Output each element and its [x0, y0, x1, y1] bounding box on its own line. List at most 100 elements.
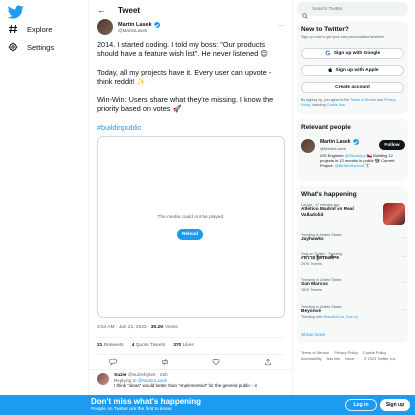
trend-name: Jayhawks	[301, 237, 324, 242]
new-to-twitter-card: New to Twitter? Sign up now to get your …	[297, 21, 408, 114]
relevant-person-name[interactable]: Martin Lasek	[320, 139, 351, 145]
log-in-button[interactable]: Log in	[345, 399, 377, 411]
reload-button[interactable]: Reload	[177, 229, 203, 240]
trend-item[interactable]: LaLiga · 47 minutes ago Atletico Madrid …	[301, 203, 405, 225]
tweet-text: 2014. I started coding. I told my boss: …	[97, 40, 285, 141]
more-options-icon[interactable]: ···	[401, 254, 405, 259]
quotes-stat[interactable]: 4 Quote Tweets	[132, 343, 166, 348]
reply-avatar[interactable]	[97, 373, 109, 385]
retweet-icon[interactable]	[161, 358, 169, 368]
copyright: © 2023 Twitter, Inc.	[363, 357, 397, 361]
google-icon	[325, 50, 331, 58]
trend-item[interactable]: Trending in United States San Marcos 181…	[301, 278, 405, 292]
show-more-link[interactable]: Show more	[301, 333, 325, 338]
quotes-count: 4	[131, 343, 135, 348]
trend-name: Atletico Madrid vs Real Valladolid	[301, 207, 354, 218]
more-options-icon[interactable]: ···	[401, 235, 405, 240]
views-label: Views	[165, 325, 178, 330]
banner-title: Don't miss what's happening	[91, 397, 202, 406]
trend-item[interactable]: Trending in United States Jayhawks ···	[301, 233, 405, 243]
trend-item[interactable]: Trending in United States Beyoncé Trendi…	[301, 305, 405, 319]
sign-up-apple-button[interactable]: Sign up with Apple	[301, 65, 404, 76]
tweet-paragraph: Today, all my projects have it. Every us…	[97, 67, 272, 86]
whats-happening-card: What's happening LaLiga · 47 minutes ago…	[297, 186, 408, 343]
bio-mention-link[interactable]: @BetterWorkout	[335, 163, 365, 168]
footer-link[interactable]: Cookie Policy	[363, 351, 386, 355]
left-navigation: Explore Settings	[0, 0, 88, 415]
sign-up-button[interactable]: Sign up	[380, 399, 410, 411]
legal-text: By signing up, you agree to the Terms of…	[301, 98, 405, 107]
nav-settings[interactable]: Settings	[8, 42, 54, 52]
nav-explore-label: Explore	[27, 24, 53, 34]
search-bar[interactable]	[297, 2, 408, 19]
tweet-paragraph: 2014. I started coding. I told my boss: …	[97, 40, 268, 59]
whats-happening-title: What's happening	[301, 191, 357, 198]
author-handle[interactable]: @MartinLasek	[118, 28, 160, 33]
page-title: Tweet	[118, 5, 141, 15]
footer-link[interactable]: Privacy Policy	[334, 351, 358, 355]
like-icon[interactable]	[212, 358, 220, 368]
hashtag-link[interactable]: #buildinpublic	[97, 123, 141, 132]
tweet-timestamp[interactable]: 4:54 AM · Jan 21, 2023	[97, 325, 147, 330]
footer-link[interactable]: Accessibility	[301, 357, 322, 361]
new-to-twitter-subtitle: Sign up now to get your own personalized…	[301, 35, 385, 39]
reply-icon[interactable]	[108, 358, 117, 368]
trend-count-prefix: Trending with	[301, 315, 323, 319]
footer-link[interactable]: Ads info	[327, 357, 341, 361]
bio-text: 🏋️	[365, 163, 371, 169]
more-options-icon[interactable]: ···	[401, 307, 405, 312]
views-count: 30.2K	[150, 325, 164, 330]
reply-text: I think "ideas" would better than "imple…	[114, 383, 257, 388]
trend-item[interactable]: Only on Twitter · Trending #หวาย ฐิสรพงศ…	[301, 252, 405, 266]
relevant-person-avatar[interactable]	[301, 139, 315, 153]
footer-link[interactable]: More ···	[345, 357, 359, 361]
relevant-person-handle[interactable]: @MartinLasek	[320, 146, 346, 151]
more-options-icon[interactable]: ···	[401, 280, 405, 285]
relevant-people-title: Relevant people	[301, 124, 351, 131]
tweet-column: ← Tweet Martin Lasek @MartinLasek ··· 20…	[88, 0, 293, 395]
tweet-actions	[108, 358, 272, 368]
back-arrow-icon[interactable]: ←	[97, 5, 106, 15]
tweet-author[interactable]: Martin Lasek @MartinLasek	[97, 19, 160, 35]
quotes-label: Quote Tweets	[135, 343, 166, 348]
cookie-link[interactable]: Cookie Use.	[327, 103, 346, 107]
retweets-count: 21	[97, 343, 103, 348]
likes-stat[interactable]: 370 Likes	[173, 343, 194, 348]
nav-explore[interactable]: Explore	[8, 24, 52, 34]
relevant-people-card: Relevant people Martin Lasek @MartinLase…	[297, 119, 408, 181]
author-avatar[interactable]	[97, 19, 113, 35]
signup-banner: Don't miss what's happening People on Tw…	[0, 395, 415, 415]
author-name[interactable]: Martin Lasek	[118, 22, 152, 28]
sign-up-apple-label: Sign up with Apple	[335, 68, 379, 73]
sign-up-google-button[interactable]: Sign up with Google	[301, 48, 404, 59]
likes-count: 370	[173, 343, 182, 348]
footer-links: Terms of Service Privacy Policy Cookie P…	[301, 350, 411, 362]
search-icon	[302, 6, 308, 19]
share-icon[interactable]	[264, 358, 272, 368]
more-options-icon[interactable]: ···	[278, 23, 284, 29]
twitter-bird-icon[interactable]	[7, 4, 24, 20]
create-account-button[interactable]: Create account	[301, 82, 404, 93]
retweets-stat[interactable]: 21 Retweets	[97, 343, 124, 348]
apple-icon	[327, 67, 333, 75]
trend-count: 181K Tweets	[301, 288, 322, 292]
trend-count: Trending with Beautiful Liar, Eric Ivy	[301, 315, 405, 319]
new-to-twitter-title: New to Twitter?	[301, 26, 349, 33]
reply-tweet[interactable]: Suzie @suziebytes · 15h Replying to @Mar…	[97, 373, 257, 388]
terms-link[interactable]: Terms of Service	[350, 98, 376, 102]
media-player[interactable]: The media could not be played. Reload	[97, 136, 285, 318]
hashtag-icon	[8, 24, 18, 34]
divider	[97, 354, 284, 355]
verified-badge-icon	[153, 21, 160, 28]
tweet-stats: 21 Retweets 4 Quote Tweets 370 Likes	[97, 343, 194, 348]
divider	[97, 337, 284, 338]
retweets-label: Retweets	[103, 343, 124, 348]
gear-icon	[8, 42, 18, 52]
trend-related-link[interactable]: Beautiful Liar, Eric Ivy	[323, 315, 358, 319]
follow-button[interactable]: Follow	[379, 140, 405, 150]
footer-link[interactable]: Terms of Service	[301, 351, 329, 355]
search-input[interactable]	[312, 6, 402, 12]
nav-settings-label: Settings	[27, 42, 55, 52]
sign-up-google-label: Sign up with Google	[333, 51, 381, 56]
trend-count: 297K Tweets	[301, 262, 322, 266]
